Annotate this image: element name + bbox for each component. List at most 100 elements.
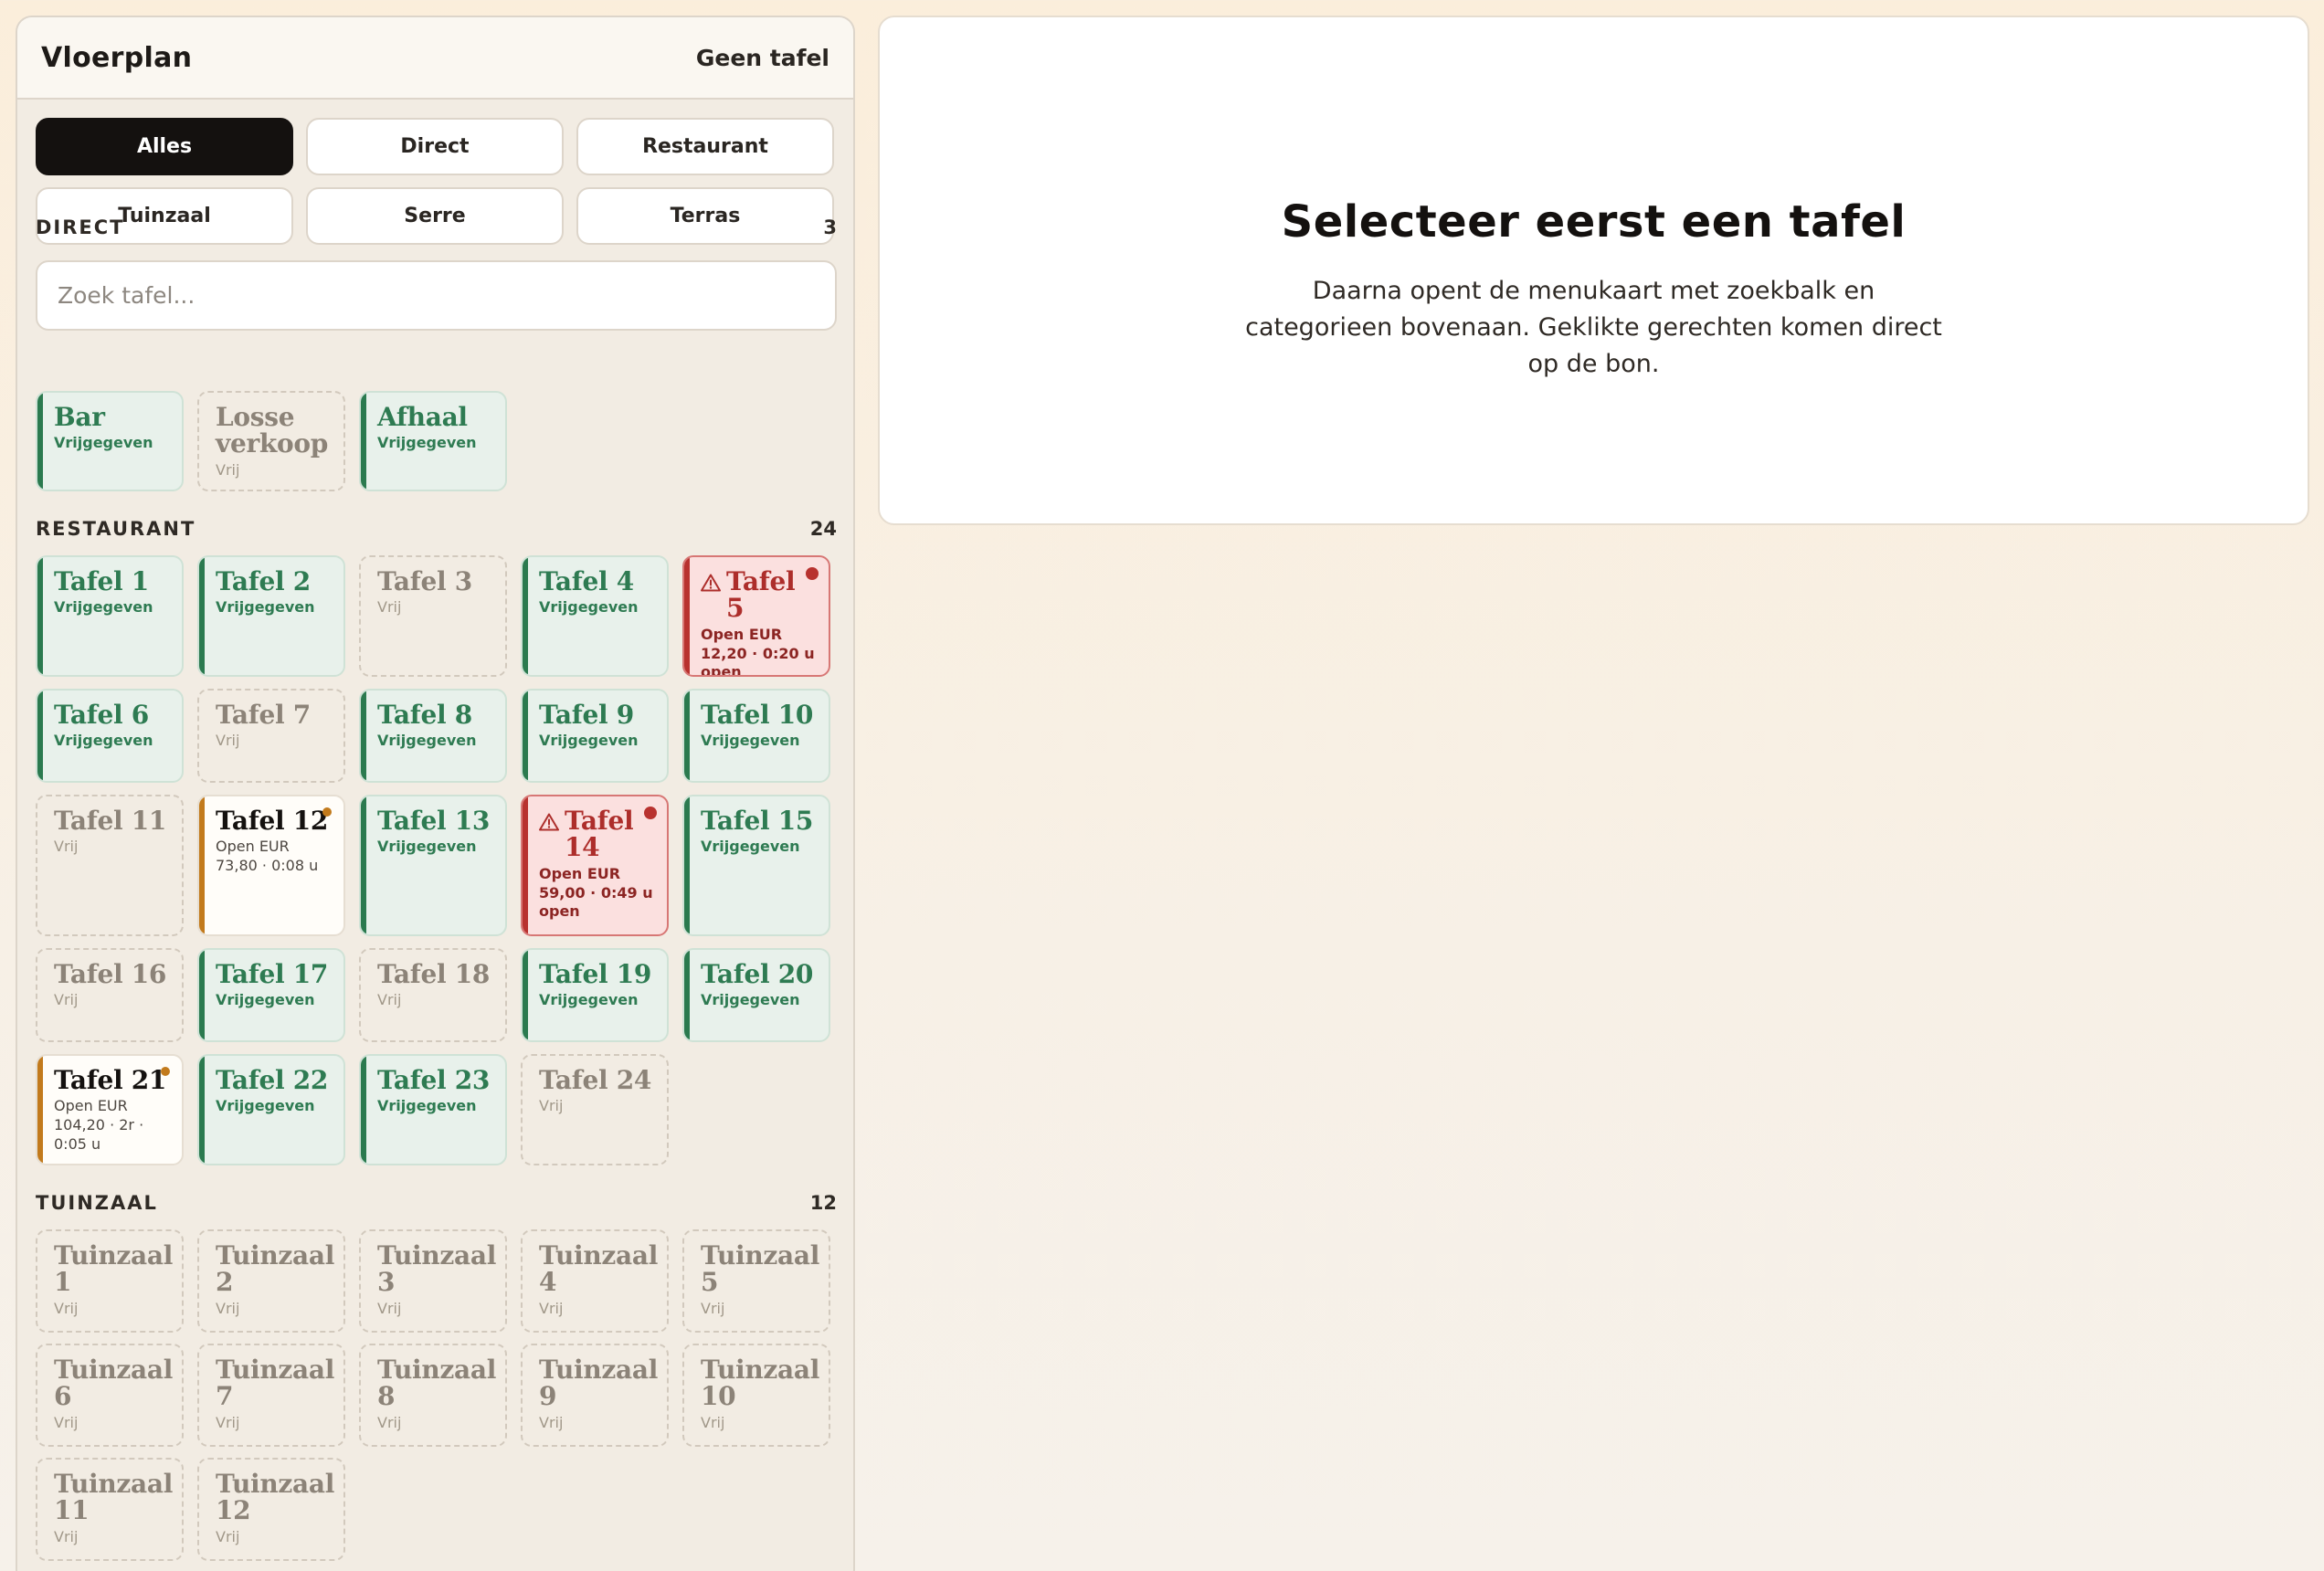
table-status: Vrijgegeven (377, 434, 477, 452)
table-tile-tuinzaal-12[interactable]: Tuinzaal 12 Vrij (197, 1458, 345, 1561)
table-tile-tuinzaal-7[interactable]: Tuinzaal 7 Vrij (197, 1344, 345, 1447)
table-tile-tuinzaal-8[interactable]: Tuinzaal 8 Vrij (359, 1344, 507, 1447)
table-tile-tafel-15[interactable]: Tafel 15 Vrijgegeven (682, 795, 830, 936)
table-status: Vrij (377, 1299, 402, 1317)
table-status: Vrij (539, 1299, 564, 1317)
filter-alles[interactable]: Alles (36, 118, 293, 175)
table-name: Tafel 16 (54, 959, 167, 989)
table-status: Vrijgegeven (539, 598, 639, 617)
table-tile-tafel-8[interactable]: Tafel 8 Vrijgegeven (359, 689, 507, 783)
table-name: Tafel 15 (701, 806, 814, 836)
table-tile-tafel-19[interactable]: Tafel 19 Vrijgegeven (521, 948, 669, 1042)
selected-table-status: Geen tafel (695, 44, 829, 71)
table-tile-tafel-9[interactable]: Tafel 9 Vrijgegeven (521, 689, 669, 783)
table-tile-tafel-14[interactable]: Tafel 14 Open EUR 59,00 · 0:49 u open (521, 795, 669, 936)
filter-restaurant[interactable]: Restaurant (576, 118, 834, 175)
section-header-restaurant: RESTAURANT 24 (36, 518, 837, 540)
table-status: Vrij (216, 1413, 240, 1431)
table-name: Tafel 8 (377, 700, 472, 730)
table-name: Tuinzaal 12 (216, 1469, 335, 1526)
table-tile-tafel-20[interactable]: Tafel 20 Vrijgegeven (682, 948, 830, 1042)
section-count: 12 (809, 1192, 837, 1214)
table-name: Tafel 23 (377, 1065, 491, 1095)
table-tile-afhaal[interactable]: Afhaal Vrijgegeven (359, 391, 507, 491)
table-tile-tafel-13[interactable]: Tafel 13 Vrijgegeven (359, 795, 507, 936)
table-status: Vrijgegeven (701, 732, 800, 750)
section-header-tuinzaal: TUINZAAL 12 (36, 1192, 837, 1214)
table-tile-tafel-7[interactable]: Tafel 7 Vrij (197, 689, 345, 783)
table-name: Tuinzaal 5 (701, 1240, 820, 1298)
table-tile-tuinzaal-2[interactable]: Tuinzaal 2 Vrij (197, 1229, 345, 1333)
table-tile-tafel-2[interactable]: Tafel 2 Vrijgegeven (197, 555, 345, 677)
table-name: Tafel 18 (377, 959, 491, 989)
table-search (36, 260, 837, 331)
alert-indicator-dot (644, 807, 657, 819)
table-tile-tuinzaal-1[interactable]: Tuinzaal 1 Vrij (36, 1229, 184, 1333)
table-status: Vrij (377, 991, 402, 1009)
table-status: Vrijgegeven (54, 434, 153, 452)
table-name: Afhaal (377, 402, 468, 432)
table-name: Tuinzaal 2 (216, 1240, 335, 1298)
table-name: Tuinzaal 11 (54, 1469, 174, 1526)
table-name: Tuinzaal 10 (701, 1355, 820, 1412)
tile-title-row: Tafel 14 (539, 807, 658, 861)
table-name: Tafel 12 (216, 806, 329, 836)
table-status: Vrij (216, 1527, 240, 1545)
table-status: Vrij (54, 1413, 79, 1431)
section-count: 3 (823, 216, 837, 238)
section-title: TUINZAAL (36, 1192, 158, 1214)
table-tile-tafel-18[interactable]: Tafel 18 Vrij (359, 948, 507, 1042)
table-tile-tafel-6[interactable]: Tafel 6 Vrijgegeven (36, 689, 184, 783)
table-tile-tuinzaal-5[interactable]: Tuinzaal 5 Vrij (682, 1229, 830, 1333)
table-tile-tuinzaal-4[interactable]: Tuinzaal 4 Vrij (521, 1229, 669, 1333)
table-status: Vrij (377, 1413, 402, 1431)
table-name: Tafel 2 (216, 566, 311, 596)
table-name: Tuinzaal 1 (54, 1240, 174, 1298)
table-name: Tafel 21 (54, 1065, 167, 1095)
filter-direct[interactable]: Direct (306, 118, 564, 175)
table-status: Vrijgegeven (377, 838, 477, 856)
table-tile-tafel-17[interactable]: Tafel 17 Vrijgegeven (197, 948, 345, 1042)
floorplan-panel: Vloerplan Geen tafel Alles Direct Restau… (16, 16, 855, 1571)
table-status: Vrij (216, 460, 240, 479)
table-tile-tafel-3[interactable]: Tafel 3 Vrij (359, 555, 507, 677)
table-tile-tafel-24[interactable]: Tafel 24 Vrij (521, 1054, 669, 1165)
table-tile-bar[interactable]: Bar Vrijgegeven (36, 391, 184, 491)
table-tile-tuinzaal-9[interactable]: Tuinzaal 9 Vrij (521, 1344, 669, 1447)
table-tile-tafel-22[interactable]: Tafel 22 Vrijgegeven (197, 1054, 345, 1165)
table-tile-tafel-10[interactable]: Tafel 10 Vrijgegeven (682, 689, 830, 783)
table-tile-tafel-1[interactable]: Tafel 1 Vrijgegeven (36, 555, 184, 677)
table-tile-tafel-23[interactable]: Tafel 23 Vrijgegeven (359, 1054, 507, 1165)
table-tile-tuinzaal-3[interactable]: Tuinzaal 3 Vrij (359, 1229, 507, 1333)
table-name: Tuinzaal 6 (54, 1355, 174, 1412)
table-status: Vrijgegeven (701, 838, 800, 856)
table-name: Tafel 4 (539, 566, 634, 596)
table-name: Tafel 10 (701, 700, 814, 730)
table-status: Vrijgegeven (54, 732, 153, 750)
table-tile-tuinzaal-10[interactable]: Tuinzaal 10 Vrij (682, 1344, 830, 1447)
table-search-input[interactable] (58, 282, 835, 309)
table-tile-losse-verkoop[interactable]: Losse verkoop Vrij (197, 391, 345, 491)
empty-state-title: Selecteer eerst een tafel (1281, 196, 1907, 248)
table-name: Tafel 17 (216, 959, 329, 989)
table-tile-tafel-4[interactable]: Tafel 4 Vrijgegeven (521, 555, 669, 677)
table-tile-tafel-11[interactable]: Tafel 11 Vrij (36, 795, 184, 936)
open-indicator-dot (322, 807, 332, 817)
table-tile-tafel-5[interactable]: Tafel 5 Open EUR 12,20 · 0:20 u open (682, 555, 830, 677)
section-title: DIRECT (36, 216, 125, 238)
section-count: 24 (809, 518, 837, 540)
warning-icon (539, 813, 559, 831)
tile-grid-restaurant: Tafel 1 Vrijgegeven Tafel 2 Vrijgegeven Tafe… (36, 555, 830, 1165)
table-name: Tafel 11 (54, 806, 167, 836)
table-tile-tuinzaal-11[interactable]: Tuinzaal 11 Vrij (36, 1458, 184, 1561)
table-tile-tafel-16[interactable]: Tafel 16 Vrij (36, 948, 184, 1042)
table-tile-tuinzaal-6[interactable]: Tuinzaal 6 Vrij (36, 1344, 184, 1447)
table-name: Tafel 13 (377, 806, 491, 836)
section-title: RESTAURANT (36, 518, 196, 540)
table-status: Open EUR 59,00 · 0:49 u open (539, 864, 653, 921)
table-status: Vrij (377, 598, 402, 617)
table-tile-tafel-21[interactable]: Tafel 21 Open EUR 104,20 · 2r · 0:05 u (36, 1054, 184, 1165)
table-status: Vrij (701, 1413, 725, 1431)
table-tile-tafel-12[interactable]: Tafel 12 Open EUR 73,80 · 0:08 u (197, 795, 345, 936)
table-status: Vrij (54, 1527, 79, 1545)
